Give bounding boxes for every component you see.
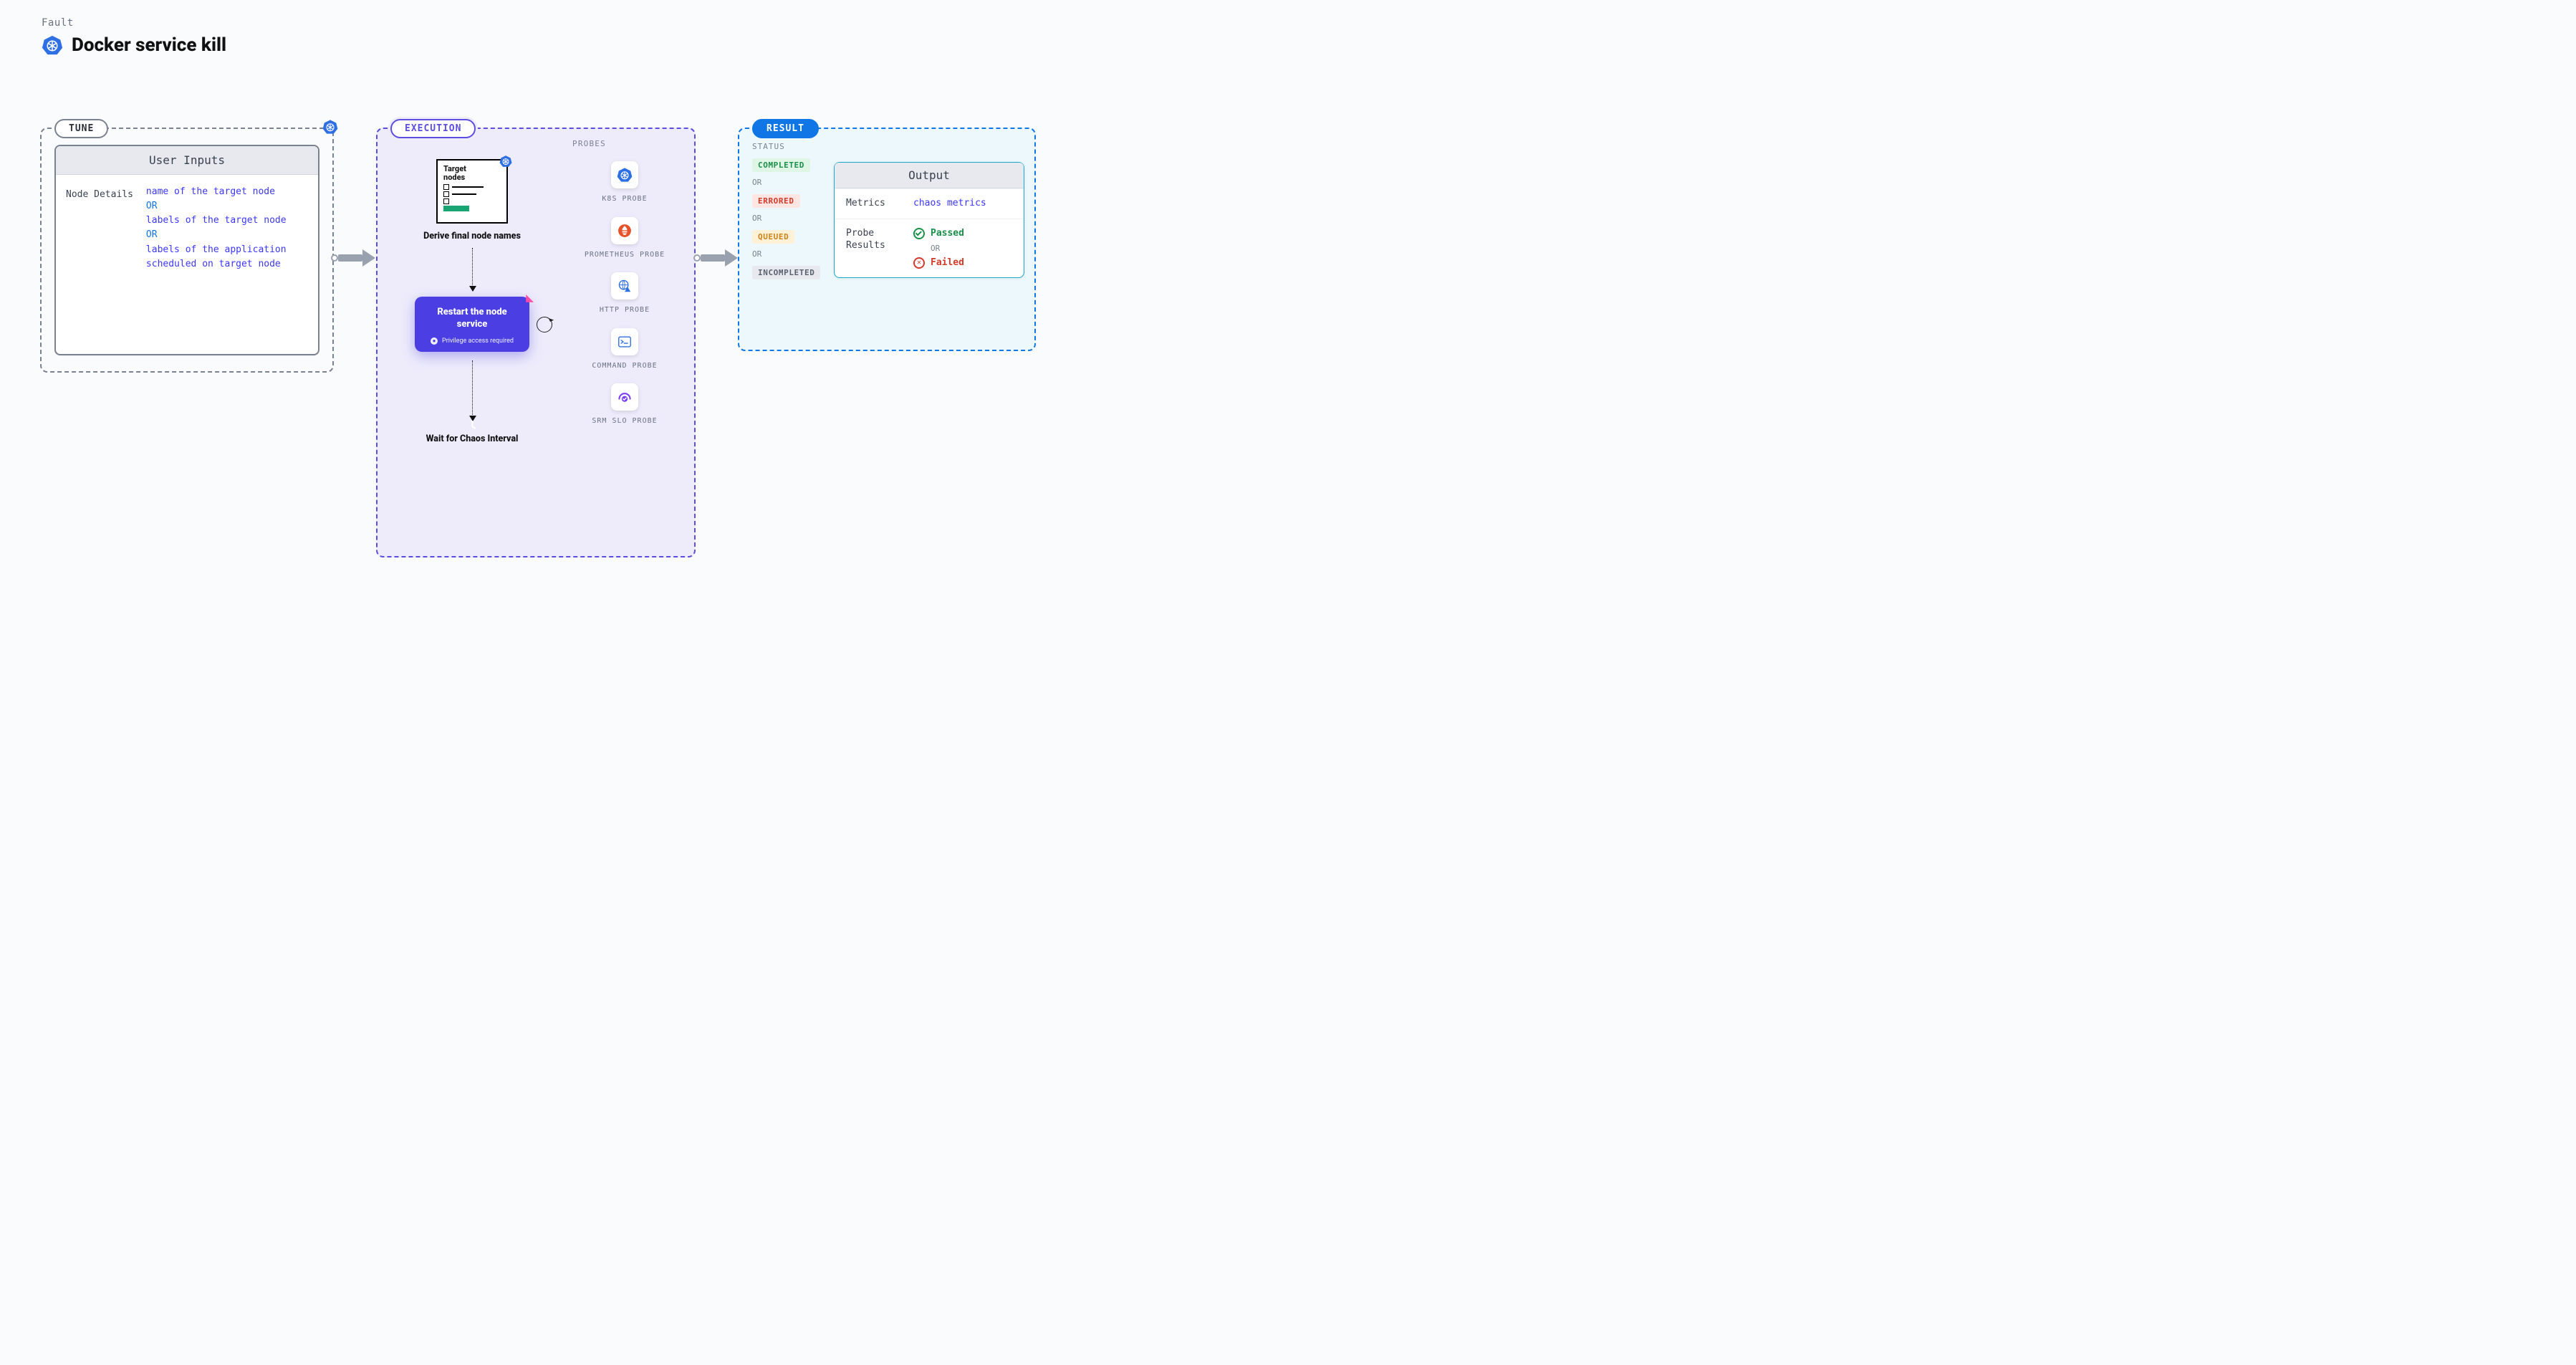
terminal-icon	[617, 334, 633, 350]
probe-http: HTTP PROBE	[600, 272, 650, 315]
kubernetes-icon	[42, 34, 63, 56]
target-nodes-card: Targetnodes	[436, 159, 508, 224]
kubernetes-icon	[322, 119, 338, 135]
execution-panel: EXECUTION Targetnodes Derive final node …	[376, 128, 696, 557]
arrow-tune-to-execution	[331, 249, 375, 267]
output-title: Output	[835, 163, 1024, 188]
probes-title: PROBES	[572, 139, 606, 148]
lock-icon: ●	[431, 337, 438, 345]
value-target-node-name: name of the target node	[146, 185, 308, 199]
check-circle-icon	[913, 228, 925, 239]
step-derive-node-names: Derive final node names	[423, 231, 521, 242]
execution-badge: EXECUTION	[390, 119, 476, 138]
node-details-label: Node Details	[66, 185, 133, 272]
metrics-key: Metrics	[846, 198, 902, 210]
privilege-note: ● Privilege access required	[425, 337, 519, 345]
probe-k8s: K8S PROBE	[602, 161, 647, 204]
output-card: Output Metrics chaos metrics ProbeResult…	[834, 162, 1024, 278]
node-details-values: name of the target node OR labels of the…	[146, 185, 308, 272]
prometheus-icon	[617, 223, 633, 239]
probe-result-failed: Failed	[913, 257, 964, 269]
tune-badge: TUNE	[54, 119, 108, 138]
kubernetes-icon	[617, 167, 633, 183]
value-app-labels: labels of the application scheduled on t…	[146, 243, 308, 272]
value-or: OR	[146, 228, 308, 242]
probe-result-passed: Passed	[913, 228, 964, 239]
gauge-check-icon	[617, 389, 633, 405]
status-or: OR	[752, 214, 838, 223]
status-or: OR	[752, 178, 838, 187]
restart-node-service-card: ◣ Restart the node service ● Privilege a…	[415, 297, 529, 352]
metrics-value[interactable]: chaos metrics	[913, 198, 986, 209]
status-completed: COMPLETED	[752, 158, 810, 172]
loop-icon	[537, 317, 552, 332]
status-queued: QUEUED	[752, 230, 794, 244]
result-badge: RESULT	[752, 119, 819, 138]
header-label: Fault	[42, 17, 226, 29]
value-or: OR	[146, 199, 308, 214]
status-errored: ERRORED	[752, 194, 800, 208]
probe-command: COMMAND PROBE	[592, 328, 657, 371]
restart-title: Restart the node service	[425, 307, 519, 330]
kubernetes-icon	[499, 155, 512, 168]
status-or: OR	[752, 249, 838, 259]
value-target-node-labels: labels of the target node	[146, 214, 308, 228]
user-inputs-card: User Inputs Node Details name of the tar…	[54, 145, 319, 355]
page-title: Docker service kill	[72, 34, 226, 56]
globe-warning-icon	[617, 278, 633, 294]
status-column: STATUS COMPLETED OR ERRORED OR QUEUED OR…	[752, 142, 838, 279]
x-circle-icon	[913, 257, 925, 269]
status-incompleted: INCOMPLETED	[752, 266, 820, 279]
flag-icon: ◣	[526, 292, 534, 304]
step-wait-chaos-interval: Wait for Chaos Interval	[426, 434, 519, 445]
status-title: STATUS	[752, 142, 838, 151]
probe-srm-slo: SRM SLO PROBE	[592, 383, 657, 426]
result-panel: RESULT STATUS COMPLETED OR ERRORED OR QU…	[738, 128, 1036, 351]
tune-panel: TUNE User Inputs Node Details name of th…	[40, 128, 334, 373]
user-inputs-title: User Inputs	[56, 146, 318, 175]
probe-result-or: OR	[931, 244, 964, 253]
probe-prometheus: PROMETHEUS PROBE	[585, 217, 665, 260]
probe-results-key: ProbeResults	[846, 228, 902, 252]
